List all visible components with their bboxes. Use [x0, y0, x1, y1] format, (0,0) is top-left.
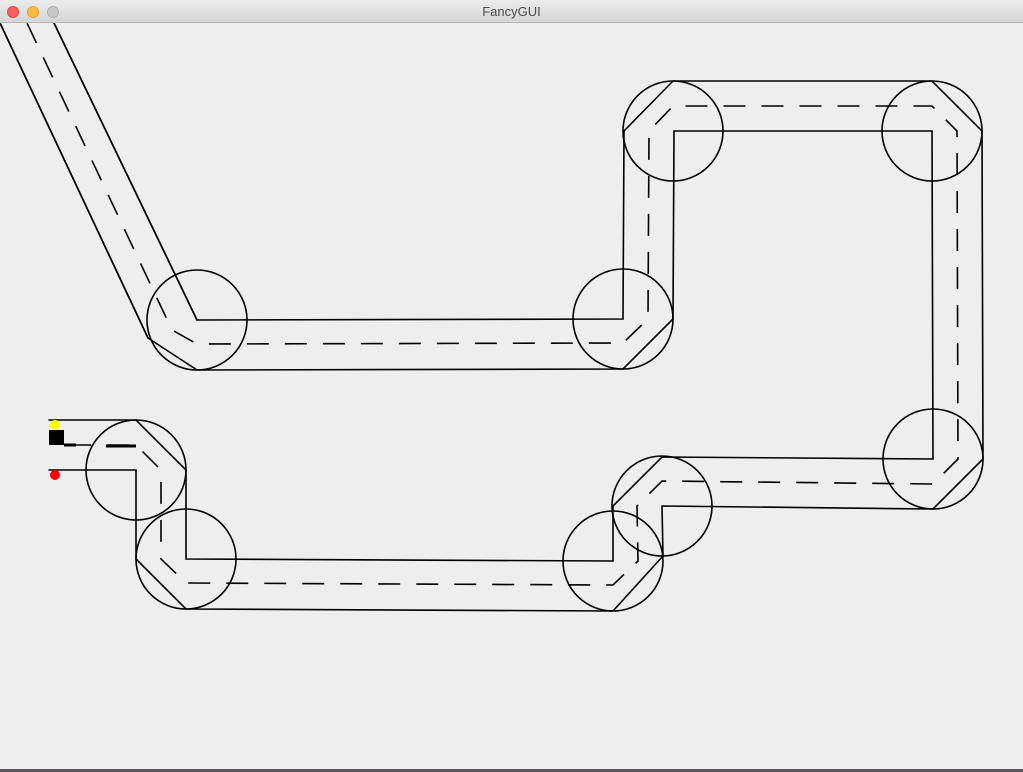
window-title: FancyGUI	[482, 4, 541, 19]
red-marker	[50, 470, 60, 480]
app-window: FancyGUI	[0, 0, 1023, 772]
track-centerline	[26, 23, 959, 586]
track-edge	[53, 23, 198, 321]
track-edge	[0, 23, 149, 339]
track-edge-inner	[48, 23, 984, 612]
track-drawing	[0, 23, 984, 612]
track-canvas[interactable]	[0, 23, 1023, 769]
robot-car[interactable]	[49, 430, 64, 445]
title-bar[interactable]: FancyGUI	[0, 0, 1023, 23]
track-edge-outer	[0, 23, 934, 562]
yellow-marker	[50, 420, 60, 430]
